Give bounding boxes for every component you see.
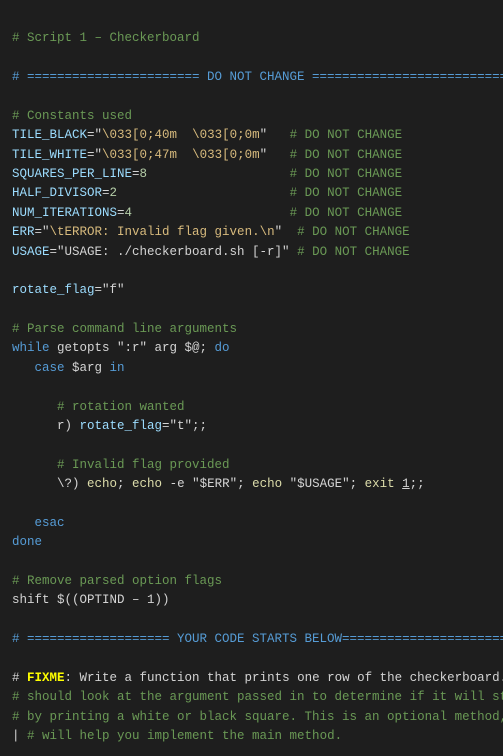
line-done: done xyxy=(12,535,42,549)
line-usage: USAGE="USAGE: ./checkerboard.sh [-r]" # … xyxy=(12,245,410,259)
line-esac: esac xyxy=(12,516,65,530)
line-rotate-flag: rotate_flag="f" xyxy=(12,283,125,297)
line-fixme-2: # should look at the argument passed in … xyxy=(12,690,503,704)
line-while: while getopts ":r" arg $@; do xyxy=(12,341,230,355)
line-shift: shift $((OPTIND – 1)) xyxy=(12,593,170,607)
line-fixme: # FIXME: Write a function that prints on… xyxy=(12,671,503,685)
line-err: ERR="\tERROR: Invalid flag given.\n" # D… xyxy=(12,225,410,239)
line-invalid-comment: # Invalid flag provided xyxy=(12,458,230,472)
line-case: case $arg in xyxy=(12,361,125,375)
line-fixme-4: | # will help you implement the main met… xyxy=(12,729,342,743)
line-rotation-comment: # rotation wanted xyxy=(12,400,185,414)
line-title: # Script 1 – Checkerboard xyxy=(12,31,200,45)
line-constants-comment: # Constants used xyxy=(12,109,132,123)
line-divider-bottom: # =================== YOUR CODE STARTS B… xyxy=(12,632,503,646)
line-tile-white: TILE_WHITE="\033[0;47m \033[0;0m" # DO N… xyxy=(12,148,402,162)
line-tile-black: TILE_BLACK="\033[0;40m \033[0;0m" # DO N… xyxy=(12,128,402,142)
line-rotate-case: r) rotate_flag="t";; xyxy=(12,419,207,433)
line-fixme-3: # by printing a white or black square. T… xyxy=(12,710,503,724)
line-invalid-case: \?) echo; echo -e "$ERR"; echo "$USAGE";… xyxy=(12,477,425,491)
line-remove-comment: # Remove parsed option flags xyxy=(12,574,222,588)
line-half-divisor: HALF_DIVISOR=2 # DO NOT CHANGE xyxy=(12,186,402,200)
line-squares-per-line: SQUARES_PER_LINE=8 # DO NOT CHANGE xyxy=(12,167,402,181)
line-parse-comment: # Parse command line arguments xyxy=(12,322,237,336)
code-editor: # Script 1 – Checkerboard # ============… xyxy=(12,10,491,746)
line-divider-top: # ======================= DO NOT CHANGE … xyxy=(12,70,503,84)
line-num-iterations: NUM_ITERATIONS=4 # DO NOT CHANGE xyxy=(12,206,402,220)
